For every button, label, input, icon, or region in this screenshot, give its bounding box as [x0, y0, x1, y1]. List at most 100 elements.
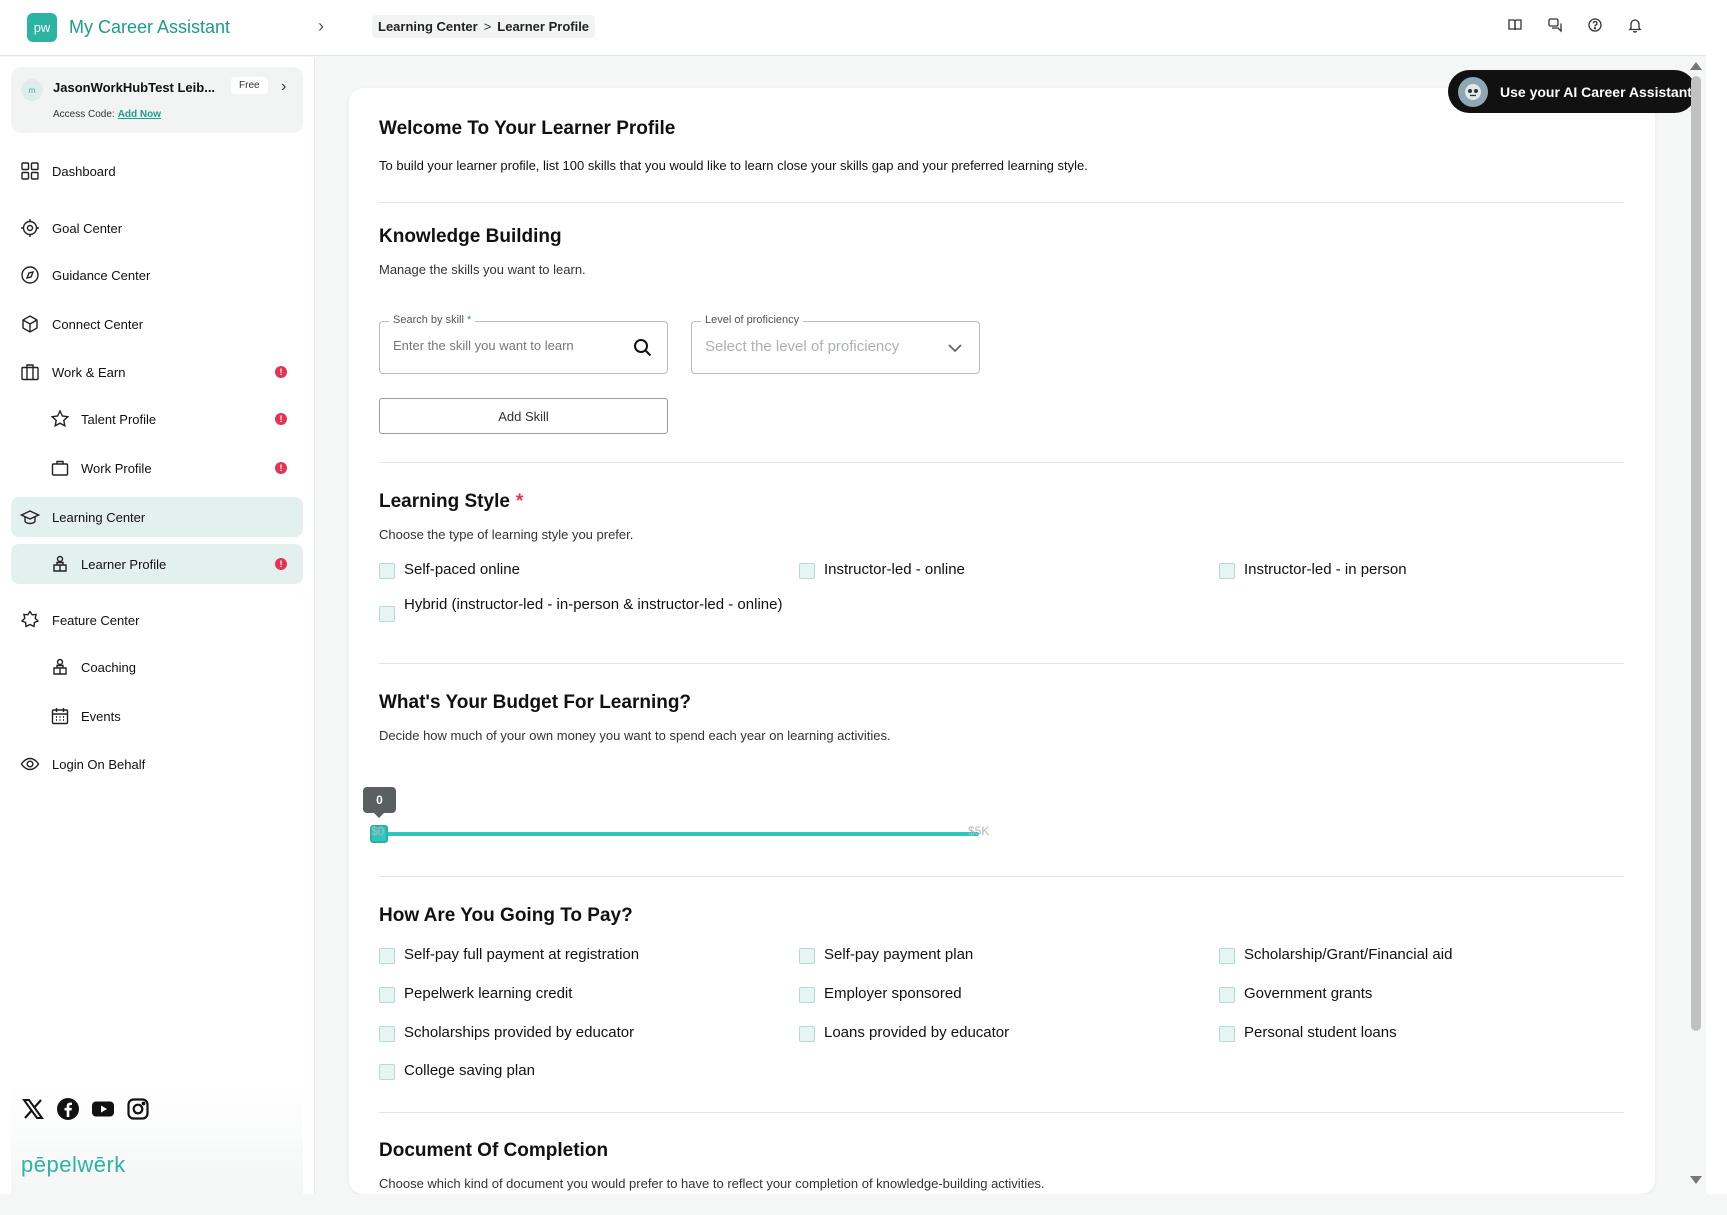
checkbox-scholarship-grant[interactable]: Scholarship/Grant/Financial aid [1219, 946, 1452, 964]
grid-icon [19, 160, 41, 182]
checkbox-label: Self-pay payment plan [824, 946, 974, 963]
sidebar-item-dashboard[interactable]: Dashboard [11, 151, 303, 191]
sidebar: m JasonWorkHubTest Leib... Free › Access… [0, 57, 315, 1215]
checkbox-college-saving[interactable]: College saving plan [379, 1062, 535, 1080]
target-icon [19, 217, 41, 239]
checkbox[interactable] [1219, 563, 1235, 579]
checkbox[interactable] [379, 987, 395, 1003]
alert-badge: ! [275, 413, 287, 425]
top-bar: pw My Career Assistant › Learning Center… [0, 0, 1706, 56]
top-icons [1504, 14, 1646, 36]
app-logo[interactable]: pw [27, 13, 57, 42]
user-card[interactable]: m JasonWorkHubTest Leib... Free › Access… [11, 67, 303, 133]
sidebar-item-label: Learning Center [52, 509, 146, 525]
slider-value-tooltip: 0 [363, 787, 396, 818]
book-icon[interactable] [1504, 14, 1526, 36]
checkbox-educator-scholarships[interactable]: Scholarships provided by educator [379, 1024, 634, 1042]
chevron-right-icon[interactable]: › [318, 16, 324, 37]
checkbox[interactable] [1219, 948, 1235, 964]
coaching-icon [49, 656, 71, 678]
checkbox[interactable] [799, 1026, 815, 1042]
divider [379, 876, 1624, 877]
checkbox-instructor-led-in-person[interactable]: Instructor-led - in person [1219, 561, 1407, 579]
breadcrumb-learning-center[interactable]: Learning Center [378, 19, 478, 34]
scroll-up-arrow[interactable] [1690, 62, 1702, 70]
plan-badge: Free [231, 77, 268, 94]
sidebar-item-label: Goal Center [52, 220, 123, 236]
breadcrumb: Learning Center > Learner Profile [372, 15, 596, 38]
window-edge [1706, 0, 1727, 1215]
sidebar-item-connect-center[interactable]: Connect Center [11, 304, 303, 344]
checkbox-label: College saving plan [404, 1062, 535, 1079]
checkbox-label: Loans provided by educator [824, 1024, 1010, 1041]
bell-icon[interactable] [1624, 14, 1646, 36]
checkbox-label: Employer sponsored [824, 985, 962, 1002]
sidebar-item-work-earn[interactable]: Work & Earn ! [11, 352, 303, 392]
sidebar-item-label: Work & Earn [52, 364, 126, 380]
briefcase-icon [19, 361, 41, 383]
checkbox[interactable] [799, 948, 815, 964]
completion-section: Document Of Completion Choose which kind… [379, 1140, 1624, 1191]
facebook-icon[interactable] [56, 1097, 80, 1121]
chat-icon[interactable] [1544, 14, 1566, 36]
sidebar-item-login-on-behalf[interactable]: Login On Behalf [11, 744, 303, 784]
sidebar-item-work-profile[interactable]: Work Profile ! [11, 448, 303, 488]
brand-logo: pēpelwērk [21, 1152, 126, 1177]
learner-profile-card: Welcome To Your Learner Profile To build… [349, 88, 1655, 1194]
sidebar-item-label: Feature Center [52, 612, 140, 628]
compass-icon [19, 264, 41, 286]
divider [379, 1112, 1624, 1113]
sidebar-item-coaching[interactable]: Coaching [11, 647, 303, 687]
add-access-code-link[interactable]: Add Now [118, 109, 161, 120]
checkbox-personal-student-loans[interactable]: Personal student loans [1219, 1024, 1397, 1042]
scrollbar[interactable] [1686, 58, 1706, 1188]
checkbox[interactable] [1219, 987, 1235, 1003]
checkbox-self-pay-full[interactable]: Self-pay full payment at registration [379, 946, 639, 964]
social-links [21, 1097, 150, 1121]
calendar-icon [49, 705, 71, 727]
checkbox-label: Government grants [1244, 985, 1373, 1002]
budget-slider[interactable]: 0 $0 $5K [363, 88, 999, 888]
checkbox[interactable] [379, 1064, 395, 1080]
sidebar-item-label: Guidance Center [52, 267, 151, 283]
checkbox-employer-sponsored[interactable]: Employer sponsored [799, 985, 962, 1003]
checkbox-label: Scholarship/Grant/Financial aid [1244, 946, 1453, 963]
completion-description: Choose which kind of document you would … [379, 1176, 1045, 1191]
sidebar-item-label: Events [81, 708, 121, 724]
chevron-right-icon[interactable]: › [281, 78, 286, 96]
x-icon[interactable] [21, 1097, 45, 1121]
breadcrumb-separator: > [483, 19, 492, 34]
checkbox[interactable] [1219, 1026, 1235, 1042]
badge-star-icon [19, 609, 41, 631]
app-title[interactable]: My Career Assistant [69, 17, 230, 38]
checkbox-label: Scholarships provided by educator [404, 1024, 635, 1041]
scrollbar-thumb[interactable] [1691, 76, 1701, 1031]
completion-title: Document Of Completion [379, 1140, 609, 1161]
instagram-icon[interactable] [126, 1097, 150, 1121]
checkbox-pepelwerk-credit[interactable]: Pepelwerk learning credit [379, 985, 572, 1003]
sidebar-item-learner-profile[interactable]: Learner Profile ! [11, 544, 303, 584]
checkbox-government-grants[interactable]: Government grants [1219, 985, 1372, 1003]
ai-career-assistant-button[interactable]: Use your AI Career Assistant [1448, 70, 1696, 113]
graduation-cap-icon [19, 506, 41, 528]
checkbox[interactable] [379, 948, 395, 964]
access-code-line: Access Code: Add Now [53, 109, 161, 120]
sidebar-item-learning-center[interactable]: Learning Center [11, 497, 303, 537]
scroll-down-arrow[interactable] [1690, 1176, 1702, 1184]
youtube-icon[interactable] [91, 1097, 115, 1121]
checkbox-label: Pepelwerk learning credit [404, 985, 573, 1002]
checkbox-self-pay-plan[interactable]: Self-pay payment plan [799, 946, 973, 964]
checkbox-educator-loans[interactable]: Loans provided by educator [799, 1024, 1009, 1042]
sidebar-item-talent-profile[interactable]: Talent Profile ! [11, 399, 303, 439]
avatar: m [21, 79, 43, 101]
alert-badge: ! [275, 366, 287, 378]
sidebar-item-feature-center[interactable]: Feature Center [11, 600, 303, 640]
sidebar-item-goal-center[interactable]: Goal Center [11, 208, 303, 248]
checkbox[interactable] [379, 1026, 395, 1042]
checkbox[interactable] [799, 987, 815, 1003]
sidebar-item-events[interactable]: Events [11, 696, 303, 736]
sidebar-item-guidance-center[interactable]: Guidance Center [11, 255, 303, 295]
slider-track[interactable] [379, 832, 979, 836]
ai-button-label: Use your AI Career Assistant [1500, 83, 1692, 100]
help-icon[interactable] [1584, 14, 1606, 36]
